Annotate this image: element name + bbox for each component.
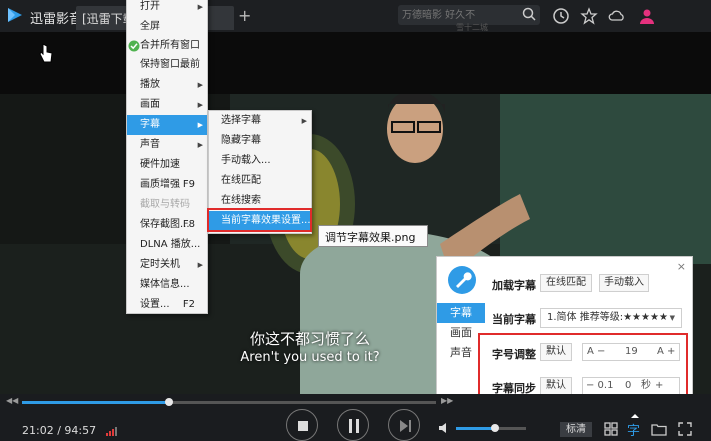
context-menu: 打开 ▶ 全屏 合并所有窗口 保持窗口最前 播放 ▶ 画面 ▶ 字幕 ▶ 声音 ▶ 硬件加… <box>126 0 208 314</box>
submenu-arrow-icon: ▶ <box>301 117 307 125</box>
next-track-button[interactable] <box>388 409 420 441</box>
title-bar: 迅雷影音 [迅雷下载 + 雪十二城 <box>0 0 711 32</box>
quality-button[interactable]: 标清 <box>560 422 592 437</box>
volume-fill <box>456 427 495 430</box>
stop-icon <box>298 421 308 431</box>
panel-tab-subtitle[interactable]: 字幕 <box>437 303 485 323</box>
folder-icon[interactable] <box>651 421 667 437</box>
hand-cursor-icon <box>39 43 53 63</box>
menu-item-shutdown-timer[interactable]: 定时关机 ▶ <box>127 255 207 275</box>
seek-forward-icon[interactable]: ▶▶ <box>441 396 453 405</box>
annotation-highlight-frame <box>478 333 688 403</box>
menu-item-settings[interactable]: 设置... F2 <box>127 295 207 315</box>
menu-item-media-info[interactable]: 媒体信息... <box>127 275 207 295</box>
submenu-arrow-icon: ▶ <box>197 81 203 89</box>
signal-icon <box>106 427 117 436</box>
submenu-arrow-icon: ▶ <box>197 101 203 109</box>
menu-item-merge-windows[interactable]: 合并所有窗口 <box>127 36 207 56</box>
chevron-down-icon: ▼ <box>669 314 675 322</box>
menu-item-play[interactable]: 播放 ▶ <box>127 75 207 95</box>
menu-item-dlna[interactable]: DLNA 播放... <box>127 235 207 255</box>
menu-item-always-on-top[interactable]: 保持窗口最前 <box>127 55 207 75</box>
fullscreen-icon[interactable] <box>677 421 693 437</box>
stop-button[interactable] <box>286 409 318 441</box>
next-track-icon <box>400 420 411 432</box>
clock-icon[interactable] <box>552 7 570 25</box>
progress-thumb[interactable] <box>164 398 173 406</box>
menu-item-hardware-accel[interactable]: 硬件加速 <box>127 155 207 175</box>
submenu-arrow-icon: ▶ <box>197 141 203 149</box>
panel-pointer <box>631 414 639 418</box>
load-subtitle-label: 加载字幕 <box>492 279 536 292</box>
submenu-arrow-icon: ▶ <box>197 261 203 269</box>
image-caption-tooltip: 调节字幕效果.png <box>318 225 428 247</box>
close-icon[interactable]: × <box>677 260 686 273</box>
pause-icon <box>349 419 359 433</box>
menu-item-fullscreen[interactable]: 全屏 <box>127 17 207 37</box>
search-hint: 雪十二城 <box>456 23 488 32</box>
app-title: 迅雷影音 <box>30 12 83 27</box>
submenu-item-hide-subtitle[interactable]: 隐藏字幕 <box>209 131 311 151</box>
submenu-item-select-subtitle[interactable]: 选择字幕 ▶ <box>209 111 311 131</box>
user-icon[interactable] <box>638 7 656 25</box>
pause-button[interactable] <box>337 409 369 441</box>
search-input[interactable] <box>402 7 512 23</box>
player-window: 迅雷影音 [迅雷下载 + 雪十二城 <box>0 0 711 441</box>
menu-item-sound[interactable]: 声音 ▶ <box>127 135 207 155</box>
search-icon[interactable] <box>522 7 536 21</box>
progress-fill <box>22 401 169 404</box>
manual-load-button[interactable]: 手动载入 <box>599 274 649 292</box>
time-display: 21:02 / 94:57 <box>22 424 97 437</box>
menu-item-subtitle[interactable]: 字幕 ▶ <box>127 115 207 135</box>
submenu-arrow-icon: ▶ <box>197 121 203 129</box>
current-subtitle-label: 当前字幕 <box>492 313 536 326</box>
menu-item-open[interactable]: 打开 ▶ <box>127 0 207 17</box>
online-match-button[interactable]: 在线匹配 <box>540 274 592 292</box>
logo-icon <box>8 8 22 22</box>
subtitle-button[interactable]: 字 <box>627 420 640 439</box>
check-icon <box>128 40 140 52</box>
cloud-icon[interactable] <box>608 7 626 25</box>
wrench-icon <box>448 266 476 294</box>
volume-thumb[interactable] <box>490 424 499 432</box>
submenu-item-online-match[interactable]: 在线匹配 <box>209 171 311 191</box>
current-subtitle-select[interactable]: 1.简体 推荐等级:★★★★★ ▼ <box>540 308 682 328</box>
menu-item-quality-enhance[interactable]: 画质增强 F9 <box>127 175 207 195</box>
new-tab-button[interactable]: + <box>238 6 251 25</box>
menu-item-capture-transcode: 截取与转码 <box>140 199 190 210</box>
grid-icon[interactable] <box>603 421 619 437</box>
seek-back-icon[interactable]: ◀◀ <box>6 396 18 405</box>
annotation-highlight-frame <box>207 208 312 232</box>
volume-icon[interactable] <box>438 421 452 435</box>
submenu-item-manual-load[interactable]: 手动载入... <box>209 151 311 171</box>
menu-item-save-screenshot[interactable]: 保存截图... F8 <box>127 215 207 235</box>
star-icon[interactable] <box>580 7 598 25</box>
menu-item-picture[interactable]: 画面 ▶ <box>127 95 207 115</box>
submenu-arrow-icon: ▶ <box>197 3 203 11</box>
